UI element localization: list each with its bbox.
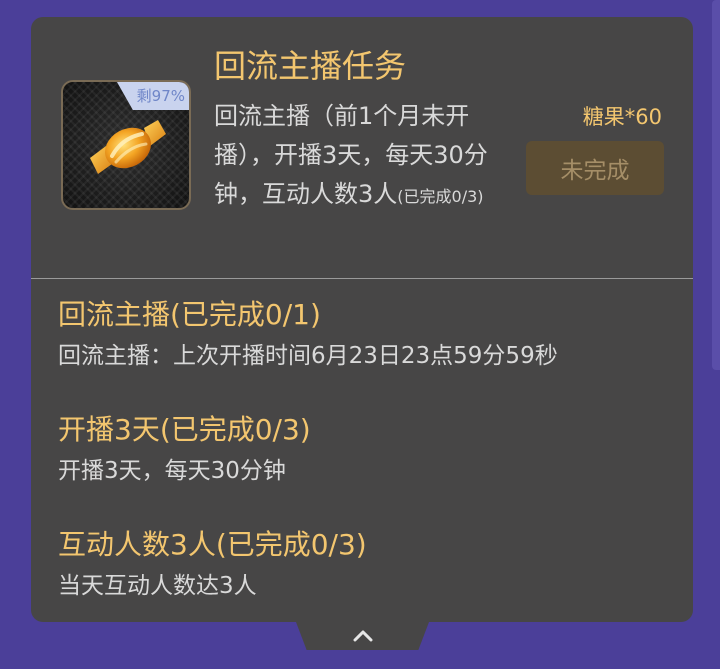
subtask-desc: 回流主播：上次开播时间6月23日23点59分59秒 [58,343,558,369]
candy-icon [90,120,166,174]
subtask-title: 互动人数3人(已完成0/3) [58,528,367,561]
task-title: 回流主播任务 [214,47,407,85]
scrollbar[interactable] [712,0,720,370]
subtask-item: 开播3天(已完成0/3) 开播3天，每天30分钟 [58,411,311,488]
task-description: 回流主播（前1个月未开播），开播3天，每天30分钟，互动人数3人(已完成0/3) [214,97,494,216]
subtask-desc: 开播3天，每天30分钟 [58,458,286,484]
subtask-item: 回流主播(已完成0/1) 回流主播：上次开播时间6月23日23点59分59秒 [58,296,558,373]
subtask-title: 回流主播(已完成0/1) [58,298,321,331]
status-button[interactable]: 未完成 [526,141,664,195]
task-card: 剩97% 回流主播任务 回流主播（前1个月未开播），开播3天，每天30分钟，互动… [31,17,693,622]
reward-thumbnail: 剩97% [61,80,191,210]
chevron-up-icon[interactable] [352,627,374,643]
divider [31,278,693,279]
reward-label: 糖果*60 [582,105,662,129]
subtask-desc: 当天互动人数达3人 [58,573,257,599]
task-header: 剩97% 回流主播任务 回流主播（前1个月未开播），开播3天，每天30分钟，互动… [31,17,693,278]
task-description-progress: (已完成0/3) [397,187,484,206]
remaining-badge: 剩97% [136,87,185,105]
subtask-title: 开播3天(已完成0/3) [58,413,311,446]
subtask-item: 互动人数3人(已完成0/3) 当天互动人数达3人 [58,526,367,603]
